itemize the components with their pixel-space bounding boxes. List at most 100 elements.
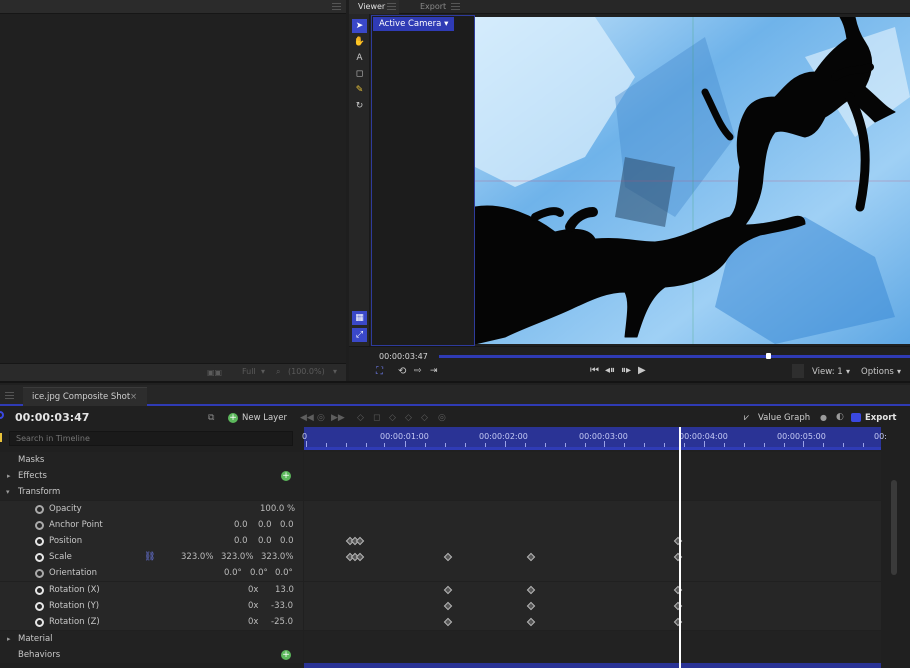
property-row-orientation[interactable]: Orientation 0.0° 0.0° 0.0°	[0, 565, 303, 581]
keyframe-toggle-icon[interactable]: ◎	[317, 413, 325, 423]
property-row-opacity[interactable]: Opacity 100.0 %	[0, 501, 303, 517]
track-row[interactable]	[304, 484, 881, 500]
fit-icon[interactable]: ▣▣	[207, 368, 222, 377]
viewer-scrub-handle[interactable]	[766, 353, 771, 359]
keyframe[interactable]	[355, 552, 365, 562]
keyframe-toggle-icon[interactable]	[35, 537, 44, 546]
property-row-anchor-point[interactable]: Anchor Point 0.0 0.0 0.0	[0, 517, 303, 533]
keyframe[interactable]	[526, 617, 536, 627]
export-frame-icon[interactable]: ⇨	[414, 366, 422, 376]
track-row[interactable]	[304, 598, 881, 614]
dot-icon[interactable]: ●	[820, 413, 827, 422]
expand-arrow-icon[interactable]: ▸	[7, 631, 11, 647]
tab-composite-shot[interactable]: ice.jpg Composite Shot ×	[23, 387, 147, 406]
expand-arrow-icon[interactable]: ▸	[7, 468, 11, 484]
tree-item-transform[interactable]: ▾ Transform	[0, 484, 303, 500]
keyframe[interactable]	[443, 617, 453, 627]
active-camera-dropdown[interactable]: Active Camera ▾	[373, 17, 455, 31]
keyframe-toggle-icon[interactable]	[35, 553, 44, 562]
property-value[interactable]: 0.0	[280, 517, 294, 533]
next-keyframe-icon[interactable]: ▶▶	[331, 413, 345, 423]
step-forward-icon[interactable]: ⏸▸	[621, 365, 631, 376]
tree-item-material[interactable]: ▸ Material	[0, 631, 303, 647]
track-row[interactable]	[304, 631, 881, 647]
text-tool-icon[interactable]: A	[352, 51, 367, 65]
loop-icon[interactable]: ⟲	[398, 366, 406, 377]
property-value[interactable]: -33.0	[271, 598, 293, 614]
keyframe-toggle-icon[interactable]	[35, 586, 44, 595]
track-row[interactable]	[304, 452, 881, 468]
view-layout-icon[interactable]	[792, 364, 804, 378]
guides-toggle-icon[interactable]: ⤢	[352, 328, 367, 342]
keyframe-icon[interactable]: ◇	[357, 413, 364, 423]
property-value[interactable]: 0.0	[234, 517, 248, 533]
keyframe[interactable]	[526, 585, 536, 595]
track-row[interactable]	[304, 647, 881, 663]
tab-menu-icon[interactable]	[387, 3, 396, 10]
property-row-rotation-x[interactable]: Rotation (X) 0x 13.0	[0, 582, 303, 598]
timeline-search-input[interactable]	[9, 431, 293, 446]
property-value[interactable]: 0x	[248, 614, 258, 630]
interpolation-ease-out-icon[interactable]: ◇	[421, 413, 428, 423]
panel-menu-icon[interactable]	[5, 392, 14, 399]
property-value[interactable]: 323.0%	[221, 549, 253, 565]
tree-item-masks[interactable]: Masks	[0, 452, 303, 468]
track-row[interactable]	[304, 468, 881, 484]
panel-menu-icon[interactable]	[332, 3, 341, 10]
close-icon[interactable]: ×	[130, 388, 137, 407]
property-value[interactable]: 13.0	[275, 582, 294, 598]
interpolation-hold-icon[interactable]: ◎	[438, 413, 446, 423]
timeline-ruler[interactable]: 0 00:00:01:00 00:00:02:00 00:00:03:00 00…	[302, 427, 887, 447]
keyframe[interactable]	[526, 552, 536, 562]
hand-tool-icon[interactable]: ✋	[352, 35, 367, 49]
track-row[interactable]	[304, 501, 881, 517]
zoom-mode-select[interactable]: Full	[242, 367, 256, 376]
options-menu[interactable]: Options	[861, 367, 894, 377]
orbit-tool-icon[interactable]: ↻	[352, 99, 367, 113]
send-to-icon[interactable]: ⇥	[430, 366, 438, 376]
property-value[interactable]: 323.0%	[261, 549, 293, 565]
export-button[interactable]: Export	[865, 413, 896, 423]
new-layer-button[interactable]: New Layer	[242, 413, 287, 423]
property-value[interactable]: 100.0 %	[260, 501, 295, 517]
timeline-scrollbar[interactable]	[891, 480, 897, 575]
track-row[interactable]	[304, 614, 881, 630]
prev-keyframe-icon[interactable]: ◀◀	[300, 413, 314, 423]
property-value[interactable]: 0.0°	[224, 565, 242, 581]
track-row[interactable]	[304, 549, 881, 565]
property-value[interactable]: 0.0	[280, 533, 294, 549]
property-value[interactable]: 0.0°	[250, 565, 268, 581]
keyframe-toggle-icon[interactable]	[35, 618, 44, 627]
tree-item-behaviors[interactable]: Behaviors +	[0, 647, 303, 663]
keyframe-toggle-icon[interactable]	[35, 521, 44, 530]
viewer-scrub-bar[interactable]	[439, 355, 910, 358]
fit-view-icon[interactable]: ⛶	[376, 366, 383, 377]
play-icon[interactable]: ▶	[638, 365, 646, 376]
property-value[interactable]: 0.0	[258, 533, 272, 549]
property-row-position[interactable]: Position 0.0 0.0 0.0	[0, 533, 303, 549]
skip-to-start-icon[interactable]: ⏮	[590, 365, 599, 376]
zoom-value[interactable]: (100.0%)	[288, 367, 325, 376]
composite-timecode[interactable]: 00:00:03:47	[15, 411, 89, 424]
pen-tool-icon[interactable]: ✎	[352, 83, 367, 97]
viewer-canvas-image[interactable]	[475, 17, 910, 344]
keyframe-toggle-icon[interactable]	[35, 505, 44, 514]
track-row[interactable]	[304, 517, 881, 533]
keyframe-toggle-icon[interactable]	[35, 602, 44, 611]
step-back-icon[interactable]: ◂⏸	[605, 365, 615, 376]
add-behavior-icon[interactable]: +	[281, 650, 291, 660]
tab-viewer[interactable]: Viewer	[349, 0, 399, 14]
add-effect-icon[interactable]: +	[281, 471, 291, 481]
interpolation-ease-icon[interactable]: ◇	[389, 413, 396, 423]
property-value[interactable]: 0.0	[234, 533, 248, 549]
property-value[interactable]: 0x	[248, 582, 258, 598]
tree-item-effects[interactable]: ▸ Effects +	[0, 468, 303, 484]
property-value[interactable]: 323.0%	[181, 549, 213, 565]
property-value[interactable]: 0x	[248, 598, 258, 614]
property-row-scale[interactable]: Scale ⛓ 323.0% 323.0% 323.0%	[0, 549, 303, 565]
rectangle-tool-icon[interactable]: ◻	[352, 67, 367, 81]
track-row[interactable]	[304, 582, 881, 598]
property-row-rotation-z[interactable]: Rotation (Z) 0x -25.0	[0, 614, 303, 630]
property-value[interactable]: 0.0°	[275, 565, 293, 581]
track-row[interactable]	[304, 565, 881, 581]
